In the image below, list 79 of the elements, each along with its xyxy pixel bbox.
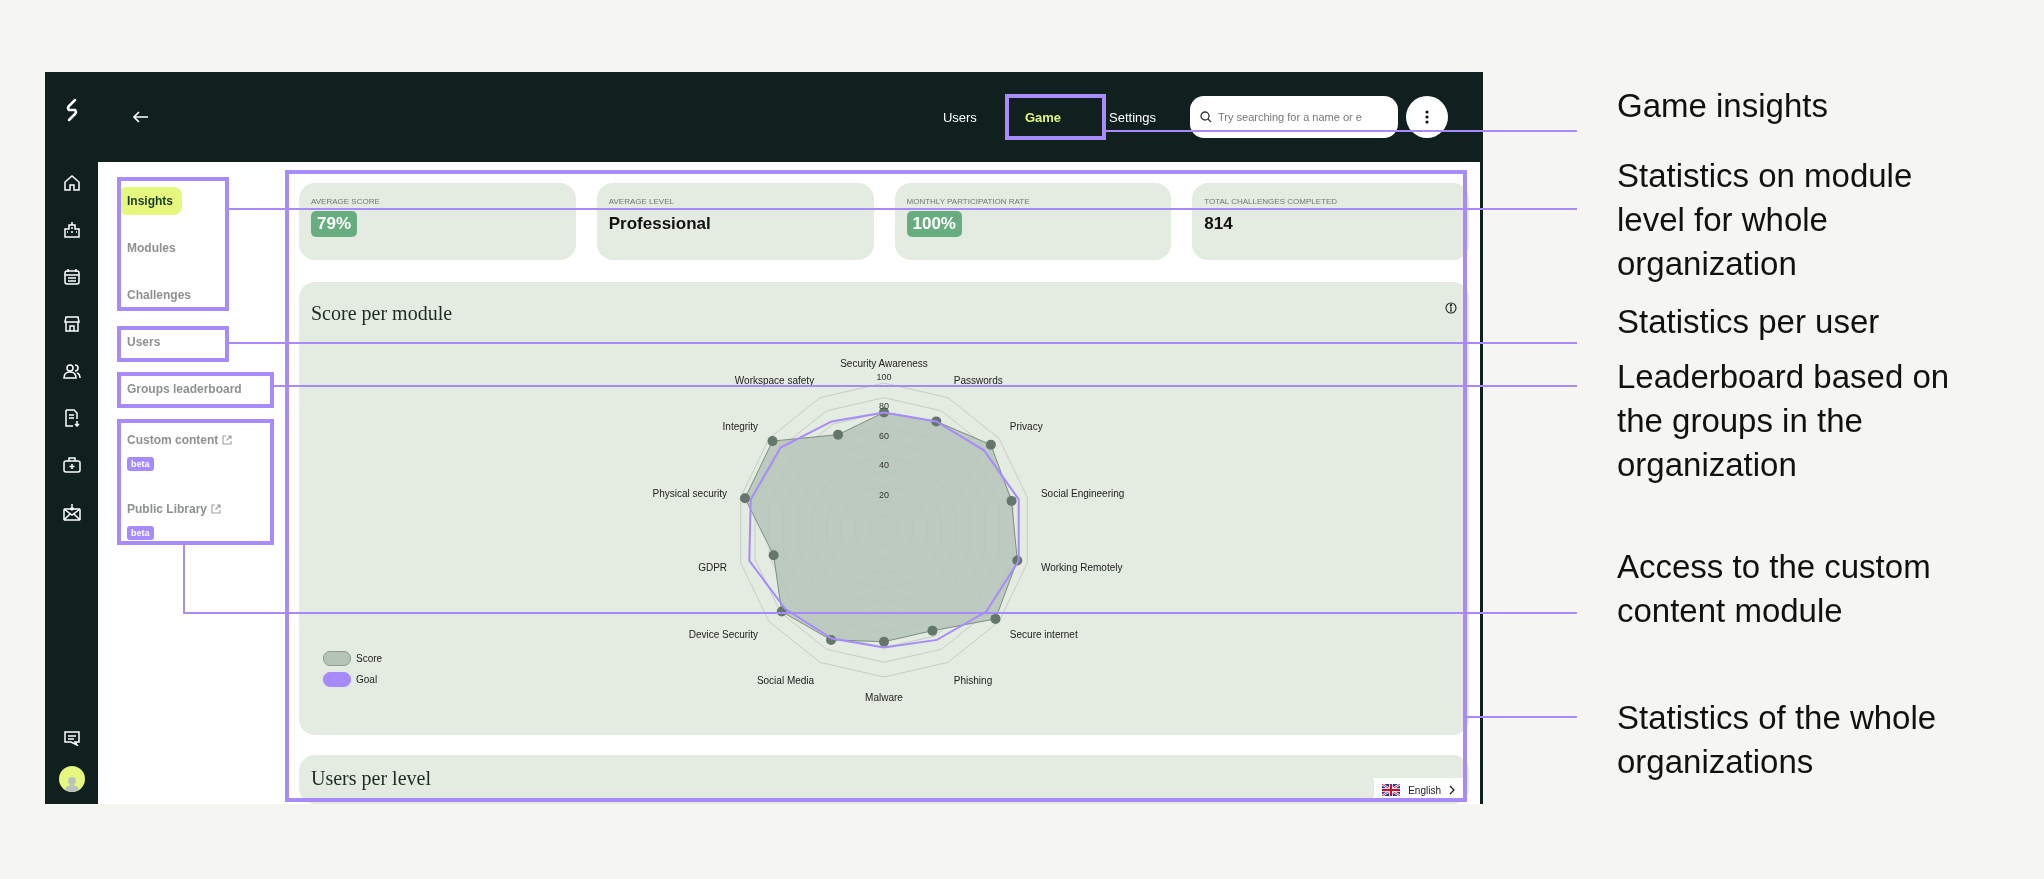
category-label: Social Media	[756, 675, 815, 687]
subnav-item[interactable]: Modules	[127, 233, 176, 262]
score-point	[767, 436, 778, 447]
users-icon[interactable]	[62, 362, 81, 380]
score-point	[776, 606, 787, 617]
category-label: Physical security	[652, 487, 728, 499]
score-point	[768, 550, 779, 561]
chevron-right-icon	[1449, 785, 1455, 795]
nav-tab[interactable]: Game	[1000, 103, 1085, 131]
callout-text: Game insights	[1617, 86, 1829, 126]
nav-tab[interactable]: Settings	[1085, 103, 1180, 131]
flag-icon	[1382, 784, 1401, 796]
building-icon[interactable]	[62, 221, 81, 239]
category-label: Social Engineering	[1040, 487, 1125, 499]
beta-badge: beta	[127, 526, 154, 540]
search-field[interactable]: Try searching for a name or e	[1190, 96, 1398, 138]
stat-label: AVERAGE LEVEL	[608, 197, 674, 206]
score-point	[985, 439, 996, 450]
store-icon[interactable]	[62, 315, 81, 333]
card-title: Score per module	[311, 302, 453, 325]
category-label: GDPR	[698, 562, 728, 574]
callout-text: Statistics per user	[1617, 302, 1881, 342]
category-label: Integrity	[722, 420, 759, 432]
score-point	[740, 493, 750, 504]
category-label: Security Awareness	[840, 358, 928, 369]
more-options-button[interactable]	[1406, 96, 1448, 138]
axis-tick-label: 20	[879, 489, 889, 500]
callout-text: Access to the custom content module	[1617, 547, 1932, 631]
stat-value: Professional	[608, 213, 711, 235]
subnav-item[interactable]: Users	[127, 327, 161, 356]
subnav-item[interactable]: Challenges	[127, 280, 192, 309]
score-point	[879, 636, 889, 647]
subnav-item[interactable]: Public Library	[127, 495, 208, 523]
category-label: Malware	[865, 692, 903, 703]
score-point	[1006, 495, 1017, 506]
first-aid-icon[interactable]	[62, 456, 81, 474]
score-point	[1012, 555, 1023, 566]
category-label: Secure internet	[1009, 629, 1078, 641]
score-point	[826, 634, 837, 645]
category-label: Privacy	[1009, 420, 1043, 432]
stat-label: TOTAL CHALLENGES COMPLETED	[1204, 197, 1338, 206]
mail-icon[interactable]	[62, 503, 81, 521]
legend-label: Goal	[356, 674, 378, 685]
score-point	[833, 429, 844, 440]
nav-tab[interactable]: Users	[918, 103, 1001, 131]
beta-badge: beta	[127, 457, 154, 471]
subnav-item[interactable]: Groups leaderboard	[127, 374, 242, 403]
subnav-item[interactable]: Insights	[118, 186, 182, 215]
callout-text: Statistics of the whole organizations	[1617, 698, 1938, 782]
category-label: Working Remotely	[1040, 562, 1123, 574]
stat-value: 814	[1204, 213, 1233, 235]
score-point	[931, 416, 942, 427]
search-icon	[1200, 111, 1212, 123]
back-arrow-icon[interactable]	[133, 111, 149, 123]
card-title: Users per level	[311, 767, 431, 789]
legend-label: Score	[356, 653, 383, 664]
axis-tick-label: 60	[879, 430, 889, 441]
axis-tick-label: 40	[879, 460, 889, 471]
category-label: Workspace safety	[734, 374, 815, 386]
chat-icon[interactable]	[63, 731, 80, 746]
category-label: Device Security	[688, 629, 759, 641]
stat-label: MONTHLY PARTICIPATION RATE	[906, 197, 1030, 206]
axis-tick-label: 100	[876, 372, 892, 382]
subnav-item[interactable]: Custom content	[127, 426, 219, 454]
stat-badge: 100%	[906, 211, 962, 237]
info-icon[interactable]	[1445, 302, 1457, 314]
score-point	[990, 613, 1001, 624]
calendar-icon[interactable]	[62, 268, 81, 286]
home-icon[interactable]	[62, 174, 81, 192]
avatar[interactable]	[58, 766, 85, 792]
stat-badge: 79%	[311, 211, 358, 237]
category-label: Phishing	[953, 675, 993, 687]
document-icon[interactable]	[62, 409, 81, 427]
callout-text: Statistics on module level for whole organization	[1617, 156, 1914, 284]
vertical-dots-icon	[1425, 110, 1429, 124]
stat-label: AVERAGE SCORE	[311, 197, 380, 206]
callout-text: Leaderboard based on the groups in the organization	[1617, 357, 1951, 485]
category-label: Passwords	[953, 374, 1003, 386]
score-point	[927, 625, 938, 636]
